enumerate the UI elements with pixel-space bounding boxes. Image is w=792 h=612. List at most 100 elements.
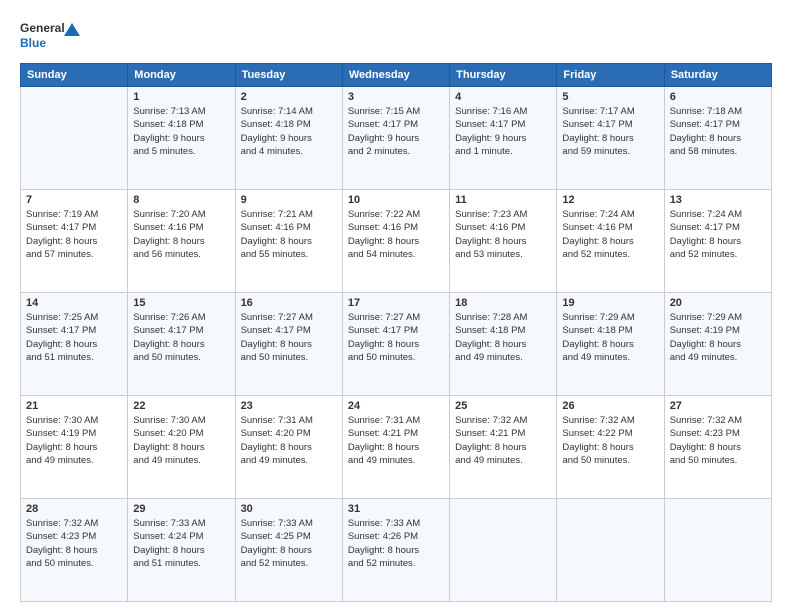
day-info: Sunrise: 7:23 AMSunset: 4:16 PMDaylight:… [455,208,551,261]
day-number: 10 [348,194,444,206]
day-number: 18 [455,297,551,309]
calendar-week-3: 14 Sunrise: 7:25 AMSunset: 4:17 PMDayligh… [21,293,772,396]
calendar-header-row: SundayMondayTuesdayWednesdayThursdayFrid… [21,64,772,87]
calendar-cell: 24 Sunrise: 7:31 AMSunset: 4:21 PMDayligh… [342,396,449,499]
day-info: Sunrise: 7:27 AMSunset: 4:17 PMDaylight:… [241,311,337,364]
calendar-cell: 19 Sunrise: 7:29 AMSunset: 4:18 PMDayligh… [557,293,664,396]
day-number: 29 [133,503,229,515]
calendar-cell [557,499,664,602]
calendar-cell: 18 Sunrise: 7:28 AMSunset: 4:18 PMDayligh… [450,293,557,396]
day-number: 13 [670,194,766,206]
day-info: Sunrise: 7:32 AMSunset: 4:23 PMDaylight:… [670,414,766,467]
calendar-cell [21,87,128,190]
day-number: 11 [455,194,551,206]
calendar-cell: 3 Sunrise: 7:15 AMSunset: 4:17 PMDaylight… [342,87,449,190]
weekday-header-thursday: Thursday [450,64,557,87]
calendar-cell: 20Sunrise: 7:29 AMSunset: 4:19 PMDayligh… [664,293,771,396]
day-info: Sunrise: 7:16 AMSunset: 4:17 PMDaylight:… [455,105,551,158]
svg-text:Blue: Blue [20,36,46,50]
day-info: Sunrise: 7:13 AMSunset: 4:18 PMDaylight:… [133,105,229,158]
day-info: Sunrise: 7:24 AMSunset: 4:16 PMDaylight:… [562,208,658,261]
calendar-cell: 28 Sunrise: 7:32 AMSunset: 4:23 PMDayligh… [21,499,128,602]
calendar-cell: 8 Sunrise: 7:20 AMSunset: 4:16 PMDaylight… [128,190,235,293]
calendar-cell: 25 Sunrise: 7:32 AMSunset: 4:21 PMDayligh… [450,396,557,499]
calendar-table: SundayMondayTuesdayWednesdayThursdayFrid… [20,63,772,602]
day-number: 7 [26,194,122,206]
day-info: Sunrise: 7:18 AMSunset: 4:17 PMDaylight:… [670,105,766,158]
header: General Blue [20,18,772,53]
day-number: 19 [562,297,658,309]
calendar-cell [664,499,771,602]
calendar-cell: 22Sunrise: 7:30 AMSunset: 4:20 PMDayligh… [128,396,235,499]
calendar-cell: 21Sunrise: 7:30 AMSunset: 4:19 PMDayligh… [21,396,128,499]
calendar-cell: 1 Sunrise: 7:13 AMSunset: 4:18 PMDaylight… [128,87,235,190]
day-info: Sunrise: 7:29 AMSunset: 4:19 PMDaylight:… [670,311,766,364]
day-info: Sunrise: 7:26 AMSunset: 4:17 PMDaylight:… [133,311,229,364]
day-info: Sunrise: 7:32 AMSunset: 4:21 PMDaylight:… [455,414,551,467]
calendar-cell: 10Sunrise: 7:22 AMSunset: 4:16 PMDayligh… [342,190,449,293]
calendar-cell: 2 Sunrise: 7:14 AMSunset: 4:18 PMDaylight… [235,87,342,190]
day-info: Sunrise: 7:33 AMSunset: 4:24 PMDaylight:… [133,517,229,570]
day-number: 12 [562,194,658,206]
day-info: Sunrise: 7:25 AMSunset: 4:17 PMDaylight:… [26,311,122,364]
day-info: Sunrise: 7:20 AMSunset: 4:16 PMDaylight:… [133,208,229,261]
calendar-cell: 30 Sunrise: 7:33 AMSunset: 4:25 PMDayligh… [235,499,342,602]
svg-text:General: General [20,21,65,35]
calendar-cell: 31 Sunrise: 7:33 AMSunset: 4:26 PMDayligh… [342,499,449,602]
day-info: Sunrise: 7:31 AMSunset: 4:21 PMDaylight:… [348,414,444,467]
page: General Blue SundayMondayTuesdayWednesda… [0,0,792,612]
day-info: Sunrise: 7:33 AMSunset: 4:25 PMDaylight:… [241,517,337,570]
day-number: 21 [26,400,122,412]
day-number: 28 [26,503,122,515]
day-number: 16 [241,297,337,309]
day-info: Sunrise: 7:27 AMSunset: 4:17 PMDaylight:… [348,311,444,364]
day-number: 27 [670,400,766,412]
calendar-week-5: 28 Sunrise: 7:32 AMSunset: 4:23 PMDayligh… [21,499,772,602]
logo: General Blue [20,18,80,53]
weekday-header-friday: Friday [557,64,664,87]
day-number: 9 [241,194,337,206]
calendar-cell: 9 Sunrise: 7:21 AMSunset: 4:16 PMDaylight… [235,190,342,293]
calendar-cell: 13Sunrise: 7:24 AMSunset: 4:17 PMDayligh… [664,190,771,293]
day-info: Sunrise: 7:19 AMSunset: 4:17 PMDaylight:… [26,208,122,261]
day-info: Sunrise: 7:21 AMSunset: 4:16 PMDaylight:… [241,208,337,261]
day-number: 24 [348,400,444,412]
calendar-week-1: 1 Sunrise: 7:13 AMSunset: 4:18 PMDaylight… [21,87,772,190]
day-info: Sunrise: 7:33 AMSunset: 4:26 PMDaylight:… [348,517,444,570]
day-info: Sunrise: 7:14 AMSunset: 4:18 PMDaylight:… [241,105,337,158]
day-info: Sunrise: 7:32 AMSunset: 4:23 PMDaylight:… [26,517,122,570]
calendar-cell: 14 Sunrise: 7:25 AMSunset: 4:17 PMDayligh… [21,293,128,396]
day-number: 3 [348,91,444,103]
day-info: Sunrise: 7:31 AMSunset: 4:20 PMDaylight:… [241,414,337,467]
day-info: Sunrise: 7:32 AMSunset: 4:22 PMDaylight:… [562,414,658,467]
calendar-cell: 16 Sunrise: 7:27 AMSunset: 4:17 PMDayligh… [235,293,342,396]
day-info: Sunrise: 7:28 AMSunset: 4:18 PMDaylight:… [455,311,551,364]
day-number: 30 [241,503,337,515]
day-number: 23 [241,400,337,412]
day-number: 26 [562,400,658,412]
calendar-cell: 4Sunrise: 7:16 AMSunset: 4:17 PMDaylight… [450,87,557,190]
calendar-cell: 15 Sunrise: 7:26 AMSunset: 4:17 PMDayligh… [128,293,235,396]
day-number: 6 [670,91,766,103]
calendar-cell: 12 Sunrise: 7:24 AMSunset: 4:16 PMDayligh… [557,190,664,293]
weekday-header-saturday: Saturday [664,64,771,87]
day-number: 8 [133,194,229,206]
day-number: 5 [562,91,658,103]
day-number: 2 [241,91,337,103]
logo-svg: General Blue [20,18,80,53]
day-number: 1 [133,91,229,103]
day-number: 15 [133,297,229,309]
calendar-cell: 11 Sunrise: 7:23 AMSunset: 4:16 PMDayligh… [450,190,557,293]
day-info: Sunrise: 7:30 AMSunset: 4:20 PMDaylight:… [133,414,229,467]
day-number: 14 [26,297,122,309]
day-info: Sunrise: 7:15 AMSunset: 4:17 PMDaylight:… [348,105,444,158]
calendar-cell: 27 Sunrise: 7:32 AMSunset: 4:23 PMDayligh… [664,396,771,499]
weekday-header-wednesday: Wednesday [342,64,449,87]
weekday-header-monday: Monday [128,64,235,87]
day-number: 25 [455,400,551,412]
day-info: Sunrise: 7:29 AMSunset: 4:18 PMDaylight:… [562,311,658,364]
calendar-cell: 6 Sunrise: 7:18 AMSunset: 4:17 PMDaylight… [664,87,771,190]
day-number: 17 [348,297,444,309]
day-number: 31 [348,503,444,515]
calendar-cell: 5Sunrise: 7:17 AMSunset: 4:17 PMDaylight… [557,87,664,190]
